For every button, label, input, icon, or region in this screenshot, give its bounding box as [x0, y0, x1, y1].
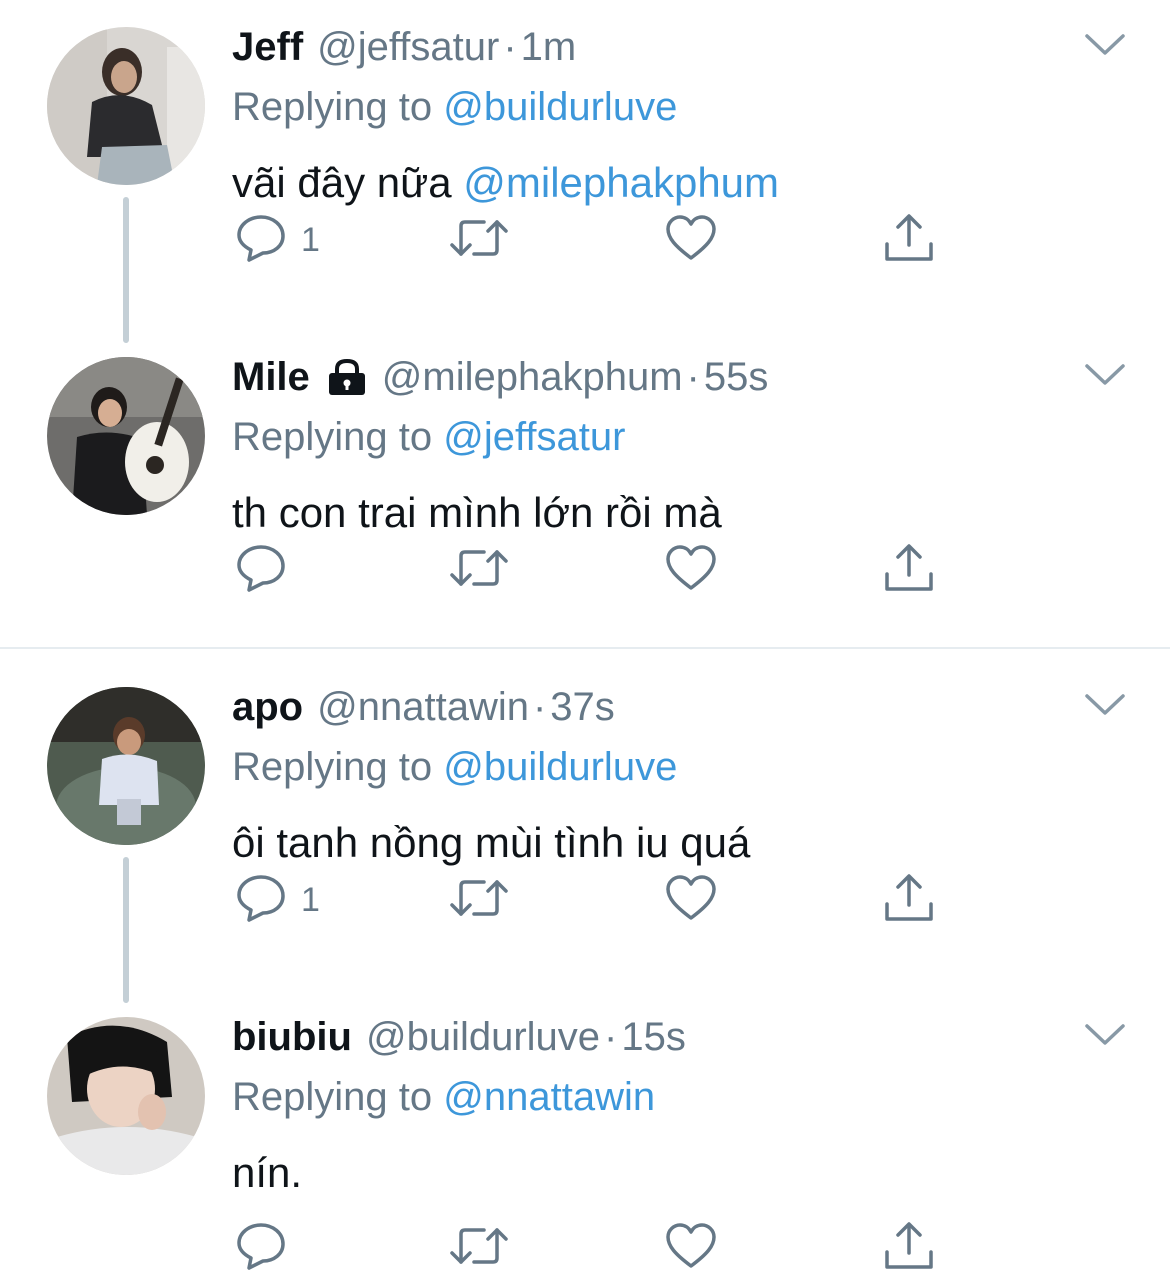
- chevron-down-icon[interactable]: [1084, 692, 1126, 723]
- tweet-actions: [230, 1218, 950, 1278]
- avatar[interactable]: [47, 687, 205, 845]
- chevron-down-icon[interactable]: [1084, 1022, 1126, 1053]
- share-upload-icon: [882, 542, 936, 599]
- timestamp[interactable]: 1m: [521, 22, 577, 72]
- tweet-text-content: nín.: [232, 1149, 303, 1196]
- user-handle[interactable]: @jeffsatur: [317, 22, 499, 72]
- retweet-button[interactable]: [448, 1218, 510, 1278]
- share-upload-icon: [882, 1220, 936, 1277]
- like-button[interactable]: [665, 540, 717, 600]
- avatar[interactable]: [47, 27, 205, 185]
- like-button[interactable]: [665, 1218, 717, 1278]
- retweet-button[interactable]: [448, 540, 510, 600]
- tweet-apo[interactable]: apo @nnattawin · 37s Replying to @buildu…: [0, 660, 1170, 1003]
- heart-icon: [665, 214, 717, 267]
- heart-icon: [665, 544, 717, 597]
- tweet-mile[interactable]: Mile @milephakphum · 55s Replying to @je…: [0, 330, 1170, 650]
- reply-button[interactable]: [235, 1218, 301, 1278]
- replying-to-label: Replying to: [232, 745, 433, 789]
- display-name[interactable]: apo: [232, 682, 303, 732]
- replying-to-mention[interactable]: @buildurluve: [443, 745, 677, 789]
- separator-dot: ·: [604, 1015, 618, 1059]
- tweet-text: ôi tanh nồng mùi tình iu quá: [232, 817, 750, 869]
- reply-button[interactable]: 1: [235, 870, 320, 930]
- reply-count: 1: [301, 220, 320, 259]
- tweet-text: nín.: [232, 1147, 302, 1199]
- tweet-biubiu[interactable]: biubiu @buildurluve · 15s Replying to @n…: [0, 990, 1170, 1288]
- user-handle[interactable]: @nnattawin: [317, 682, 529, 732]
- replying-to-mention[interactable]: @nnattawin: [443, 1075, 655, 1119]
- retweet-arrows-icon: [448, 876, 510, 925]
- tweet-text: vãi đây nữa @milephakphum: [232, 157, 779, 209]
- like-button[interactable]: [665, 210, 717, 270]
- lock-icon: [326, 358, 368, 396]
- share-button[interactable]: [882, 210, 936, 270]
- thread-line: [123, 857, 129, 1003]
- speech-bubble-icon: [235, 543, 287, 598]
- replying-to-line: Replying to @jeffsatur: [232, 412, 625, 462]
- tweet-text-mention[interactable]: @milephakphum: [463, 159, 779, 206]
- tweet-text-content: th con trai mình lớn rồi mà: [232, 489, 722, 536]
- speech-bubble-icon: [235, 1221, 287, 1276]
- tweet-text-content: ôi tanh nồng mùi tình iu quá: [232, 819, 751, 866]
- tweet-actions: [230, 540, 950, 600]
- speech-bubble-icon: [235, 873, 287, 928]
- display-name[interactable]: biubiu: [232, 1012, 352, 1062]
- replying-to-line: Replying to @nnattawin: [232, 1072, 655, 1122]
- share-upload-icon: [882, 872, 936, 929]
- tweet-actions: 1: [230, 870, 950, 930]
- replying-to-label: Replying to: [232, 415, 433, 459]
- heart-icon: [665, 874, 717, 927]
- separator-dot: ·: [503, 25, 517, 69]
- tweet-actions: 1: [230, 210, 950, 270]
- conversation-divider: [0, 647, 1170, 649]
- avatar[interactable]: [47, 1017, 205, 1175]
- speech-bubble-icon: [235, 213, 287, 268]
- timestamp[interactable]: 15s: [621, 1012, 686, 1062]
- tweet-text-content: vãi đây nữa: [232, 159, 452, 206]
- retweet-arrows-icon: [448, 546, 510, 595]
- share-upload-icon: [882, 212, 936, 269]
- reply-button[interactable]: [235, 540, 301, 600]
- replying-to-line: Replying to @buildurluve: [232, 742, 677, 792]
- retweet-arrows-icon: [448, 216, 510, 265]
- replying-to-mention[interactable]: @buildurluve: [443, 85, 677, 129]
- chevron-down-icon[interactable]: [1084, 32, 1126, 63]
- user-handle[interactable]: @buildurluve: [366, 1012, 600, 1062]
- separator-dot: ·: [532, 685, 547, 729]
- thread-line: [123, 197, 129, 343]
- replying-to-mention[interactable]: @jeffsatur: [443, 415, 625, 459]
- share-button[interactable]: [882, 870, 936, 930]
- display-name[interactable]: Jeff: [232, 22, 303, 72]
- reply-count: 1: [301, 880, 320, 919]
- timestamp[interactable]: 37s: [550, 682, 615, 732]
- display-name[interactable]: Mile: [232, 352, 310, 402]
- avatar[interactable]: [47, 357, 205, 515]
- share-button[interactable]: [882, 1218, 936, 1278]
- tweet-text: th con trai mình lớn rồi mà: [232, 487, 722, 539]
- separator-dot: ·: [686, 355, 700, 399]
- user-handle[interactable]: @milephakphum: [382, 352, 683, 402]
- share-button[interactable]: [882, 540, 936, 600]
- like-button[interactable]: [665, 870, 717, 930]
- retweet-button[interactable]: [448, 870, 510, 930]
- retweet-arrows-icon: [448, 1224, 510, 1273]
- timestamp[interactable]: 55s: [704, 352, 769, 402]
- replying-to-label: Replying to: [232, 85, 433, 129]
- chevron-down-icon[interactable]: [1084, 362, 1126, 393]
- replying-to-line: Replying to @buildurluve: [232, 82, 677, 132]
- heart-icon: [665, 1222, 717, 1275]
- tweet-jeff[interactable]: Jeff @jeffsatur · 1m Replying to @buildu…: [0, 0, 1170, 343]
- replying-to-label: Replying to: [232, 1075, 433, 1119]
- reply-button[interactable]: 1: [235, 210, 320, 270]
- retweet-button[interactable]: [448, 210, 510, 270]
